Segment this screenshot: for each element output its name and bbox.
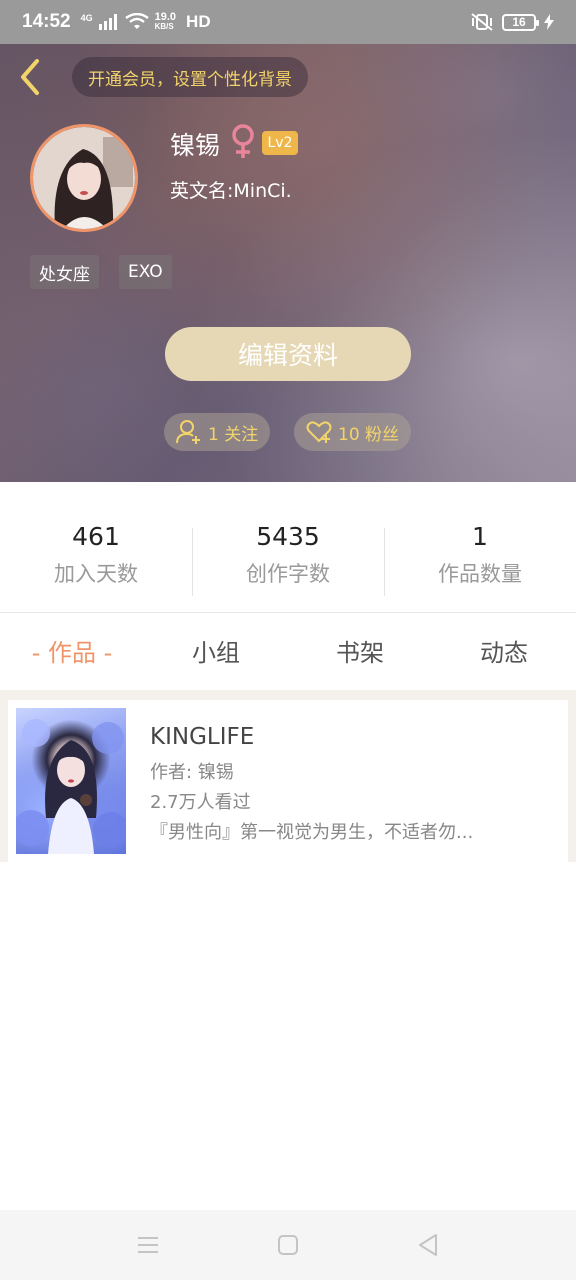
tag-exo: EXO [119,255,172,289]
female-gender-icon [232,124,254,158]
network-speed-unit: KB/S [154,22,174,31]
back-button[interactable] [16,57,46,97]
vip-background-banner[interactable]: 开通会员，设置个性化背景 [72,57,308,97]
work-title: KINGLIFE [150,724,255,750]
stat-label: 创作字数 [246,562,330,586]
menu-icon [138,1237,158,1253]
following-count: 1 关注 [208,424,259,445]
signal-icon [98,14,117,30]
heart-icon [306,421,332,443]
user-add-icon [176,420,200,444]
avatar[interactable] [30,124,138,232]
stat-word-count[interactable]: 5435 创作字数 [192,520,384,600]
work-cover-image [16,708,126,854]
tab-bookshelf[interactable]: 书架 [288,630,432,676]
stat-value: 1 [472,522,488,551]
back-triangle-icon [419,1234,437,1256]
cover-portrait-image [16,719,126,854]
tab-works[interactable]: - 作品 - [0,630,144,676]
profile-tabs: - 作品 - 小组 书架 动态 [0,630,576,676]
following-button[interactable]: 1 关注 [164,413,271,451]
hd-indicator: HD [186,12,211,31]
system-nav-bar [0,1210,576,1280]
network-type: 4G [80,13,93,23]
fans-button[interactable]: 10 粉丝 [294,413,412,451]
stat-value: 461 [72,522,120,551]
edit-profile-button[interactable]: 编辑资料 [165,327,411,381]
work-views: 2.7万人看过 [150,792,251,813]
work-card[interactable]: KINGLIFE 作者: 镍锡 2.7万人看过 『男性向』第一视觉为男生，不适者… [8,700,568,862]
menu-nav-button[interactable] [133,1230,163,1260]
wifi-icon [124,13,149,29]
vibrate-icon [471,13,493,31]
divider [0,612,576,613]
section-gap [0,690,576,700]
home-square-icon [278,1235,298,1255]
status-bar: 14:52 4G 19.0 KB/S HD 16 [0,0,576,44]
avatar-portrait-image [33,127,135,229]
work-description: 『男性向』第一视觉为男生，不适者勿... [150,822,474,843]
level-badge: Lv2 [262,131,298,155]
status-time: 14:52 [22,11,71,32]
network-speed: 19.0 [154,11,177,23]
fans-count: 10 粉丝 [338,424,400,445]
battery-icon: 16 [502,13,539,31]
charging-icon [544,14,554,30]
back-nav-button[interactable] [413,1230,443,1260]
stat-join-days[interactable]: 461 加入天数 [0,520,192,600]
stat-works-count[interactable]: 1 作品数量 [384,520,576,600]
username: 镍锡 [170,131,221,160]
work-author: 作者: 镍锡 [150,762,234,783]
stat-value: 5435 [256,522,320,551]
tag-zodiac: 处女座 [30,255,99,289]
tab-groups[interactable]: 小组 [144,630,288,676]
chevron-left-icon [21,59,39,95]
stat-label: 作品数量 [438,562,522,586]
english-name: 英文名:MinCi. [170,180,292,202]
tab-activity[interactable]: 动态 [432,630,576,676]
stats-row: 461 加入天数 5435 创作字数 1 作品数量 [0,520,576,600]
stat-label: 加入天数 [54,562,138,586]
home-nav-button[interactable] [273,1230,303,1260]
